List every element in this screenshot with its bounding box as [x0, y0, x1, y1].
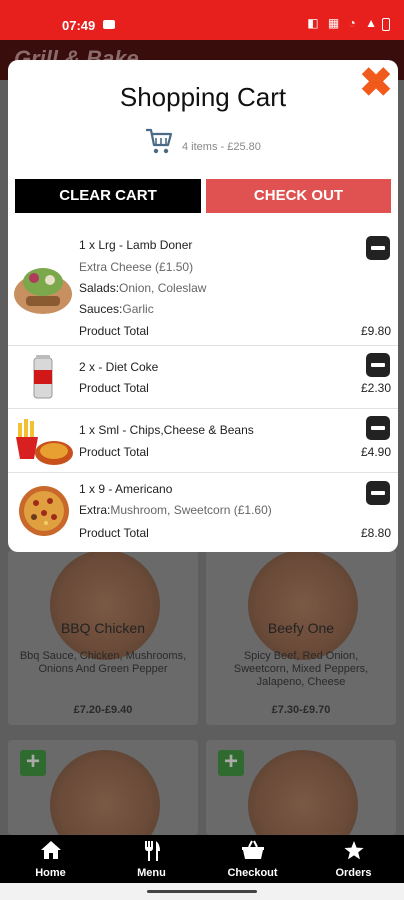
extra-key: Extra: — [79, 503, 111, 517]
nav-label: Checkout — [227, 867, 278, 879]
cart-item-title: 1 x Lrg - Lamb Doner — [79, 238, 193, 252]
menu-card[interactable]: + — [8, 740, 198, 860]
product-total-value: £8.80 — [360, 526, 391, 540]
menu-card[interactable]: + — [206, 740, 396, 860]
bottom-nav: Home Menu Checkout Orders — [0, 835, 404, 883]
menu-card-name: BBQ Chicken — [60, 620, 146, 636]
cart-item: 1 x Lrg - Lamb Doner Extra Cheese (£1.50… — [8, 228, 398, 346]
status-icons: ◧ ▦ ◔ ▲ — [307, 16, 380, 30]
nav-label: Orders — [335, 867, 372, 879]
product-total-label: Product Total — [79, 526, 149, 540]
salads-key: Salads: — [79, 281, 120, 295]
product-total-value: £9.80 — [360, 324, 391, 338]
sauces-key: Sauces: — [79, 302, 123, 316]
cart-item-extra: Extra:Mushroom, Sweetcorn (£1.60) — [79, 503, 272, 517]
cart-item-sauces: Sauces:Garlic — [79, 302, 154, 316]
cart-item-extra: Extra Cheese (£1.50) — [79, 260, 194, 274]
gesture-bar — [0, 883, 404, 900]
menu-card-beefy-one[interactable]: Beefy One Spicy Beef, Red Onion, Sweetco… — [206, 550, 396, 725]
lamb-doner-image — [14, 268, 72, 314]
cart-item-title: 2 x - Diet Coke — [79, 360, 159, 374]
product-total-value: £4.90 — [360, 445, 391, 459]
sauces-value: Garlic — [122, 302, 154, 316]
cart-summary-text: 4 items - £25.80 — [182, 141, 261, 153]
extra-value: Mushroom, Sweetcorn (£1.60) — [110, 503, 272, 517]
product-total-label: Product Total — [79, 381, 149, 395]
nav-home[interactable]: Home — [0, 835, 101, 883]
menu-card-description: Bbq Sauce, Chicken, Mushrooms, Onions An… — [19, 650, 187, 675]
star-icon — [303, 840, 404, 862]
product-total-label: Product Total — [79, 324, 149, 338]
battery-icon — [382, 18, 390, 31]
notification-icon — [103, 20, 115, 29]
pizza-image — [50, 550, 160, 660]
clear-cart-button[interactable]: CLEAR CART — [15, 179, 201, 213]
home-icon — [0, 840, 101, 862]
cart-item: 1 x Sml - Chips,Cheese & Beans Product T… — [8, 409, 398, 473]
cart-item-salads: Salads:Onion, Coleslaw — [79, 281, 206, 295]
cart-summary: 4 items - £25.80 — [144, 126, 294, 156]
cart-item: 1 x 9 - Americano Extra:Mushroom, Sweetc… — [8, 473, 398, 552]
americano-pizza-image — [19, 486, 69, 536]
status-time: 07:49 — [62, 18, 96, 33]
product-total-label: Product Total — [79, 445, 149, 459]
close-button[interactable]: ✖ — [357, 63, 395, 103]
nav-menu[interactable]: Menu — [101, 835, 202, 883]
nav-label: Home — [35, 867, 66, 879]
chips-cheese-beans-image — [16, 419, 73, 465]
menu-card-price: £7.30-£9.70 — [271, 704, 331, 716]
menu-card-bbq-chicken[interactable]: BBQ Chicken Bbq Sauce, Chicken, Mushroom… — [8, 550, 198, 725]
gesture-handle[interactable] — [147, 890, 257, 893]
checkout-button[interactable]: CHECK OUT — [206, 179, 391, 213]
cart-item: 2 x - Diet Coke Product Total £2.30 — [8, 346, 398, 409]
shopping-cart-modal: Shopping Cart ✖ 4 items - £25.80 CLEAR C… — [8, 60, 398, 552]
menu-card-price: £7.20-£9.40 — [73, 704, 133, 716]
remove-item-button[interactable] — [366, 353, 390, 377]
status-bar: 07:49 ◧ ▦ ◔ ▲ — [0, 0, 404, 40]
basket-icon — [202, 840, 303, 862]
cart-item-title: 1 x Sml - Chips,Cheese & Beans — [79, 423, 254, 437]
menu-card-description: Spicy Beef, Red Onion, Sweetcorn, Mixed … — [233, 650, 369, 688]
remove-item-button[interactable] — [366, 416, 390, 440]
modal-title: Shopping Cart — [119, 82, 287, 112]
add-item-button[interactable]: + — [20, 750, 46, 776]
menu-card-name: Beefy One — [267, 620, 335, 636]
cutlery-icon — [101, 840, 202, 862]
cart-icon — [146, 128, 173, 154]
diet-coke-image — [33, 355, 53, 399]
nav-label: Menu — [137, 867, 166, 879]
cart-item-title: 1 x 9 - Americano — [79, 482, 173, 496]
product-total-value: £2.30 — [360, 381, 391, 395]
remove-item-button[interactable] — [366, 236, 390, 260]
add-item-button[interactable]: + — [218, 750, 244, 776]
remove-item-button[interactable] — [366, 481, 390, 505]
salads-value: Onion, Coleslaw — [119, 281, 207, 295]
nav-orders[interactable]: Orders — [303, 835, 404, 883]
nav-checkout[interactable]: Checkout — [202, 835, 303, 883]
pizza-image — [248, 550, 358, 660]
